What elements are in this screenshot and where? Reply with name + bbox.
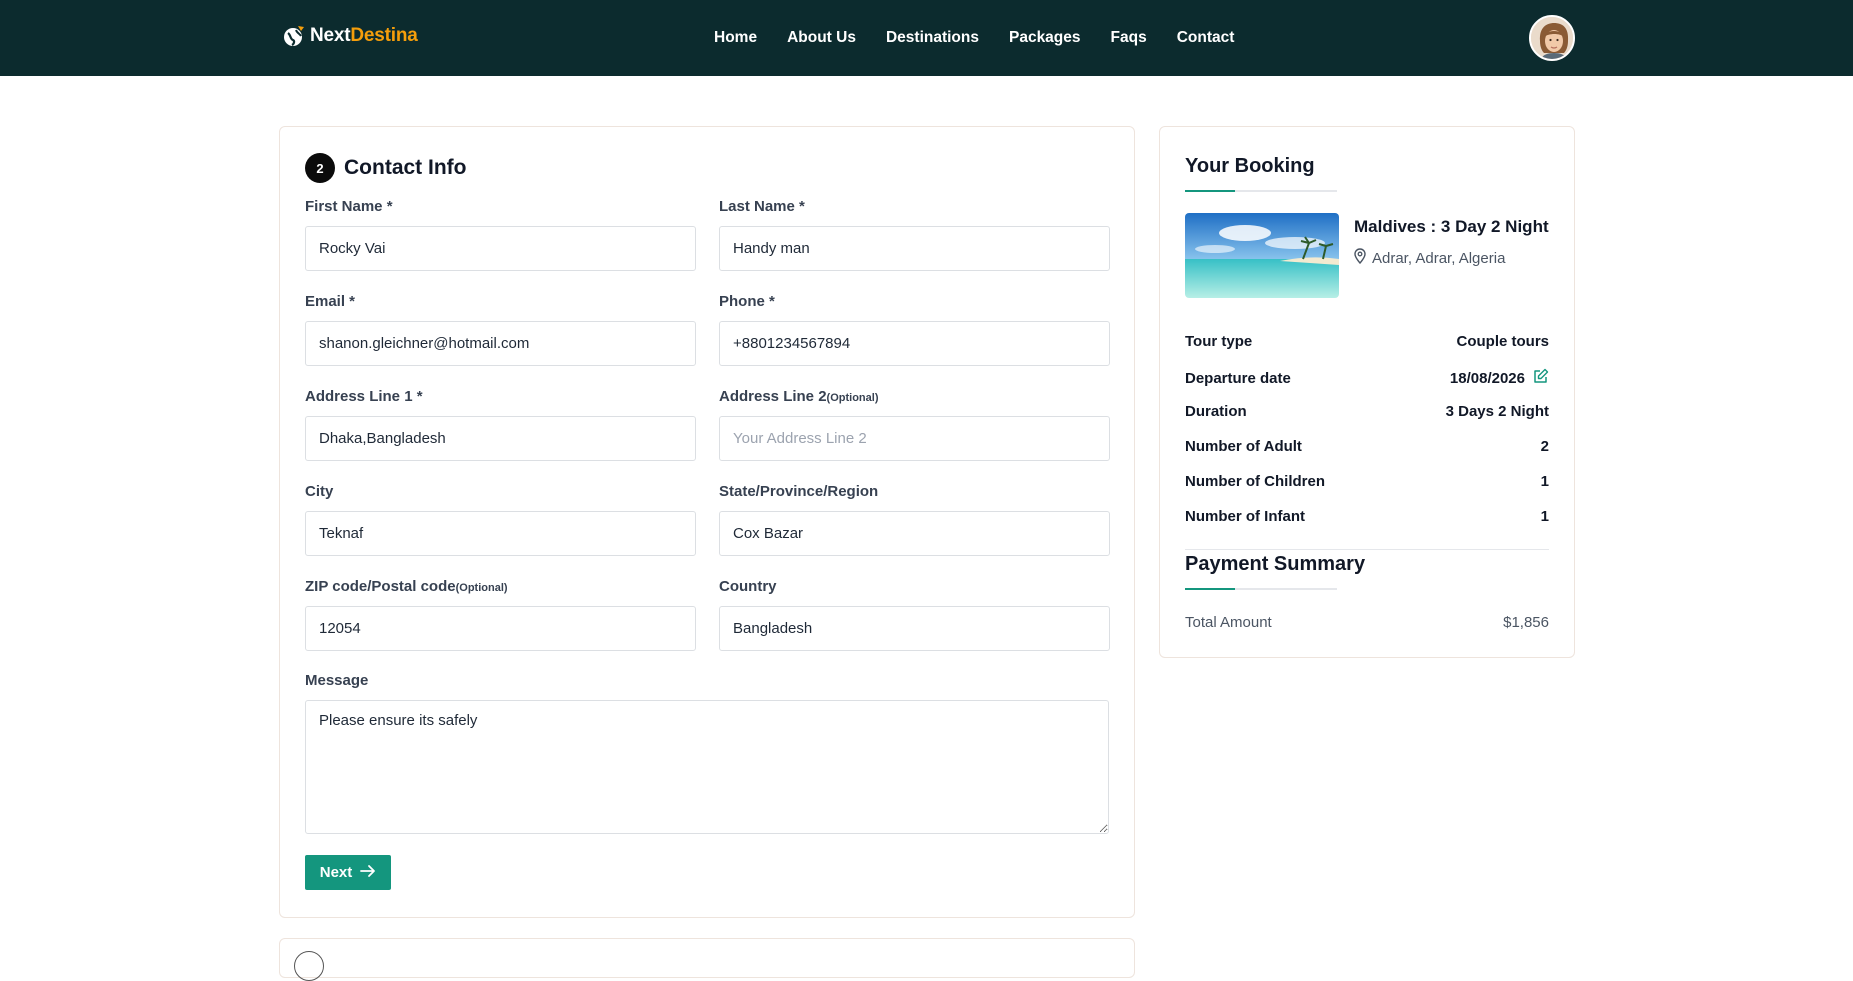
email-label: Email *	[305, 293, 356, 310]
row-label: Number of Adult	[1185, 438, 1302, 455]
next-step-card	[279, 938, 1135, 981]
edit-icon[interactable]	[1533, 368, 1549, 388]
zip-label: ZIP code/Postal code	[305, 578, 456, 595]
row-label: Duration	[1185, 403, 1247, 420]
address1-input[interactable]	[305, 416, 696, 461]
total-amount-row: Total Amount $1,856	[1185, 614, 1549, 631]
nav-home[interactable]: Home	[714, 29, 757, 47]
address1-label: Address Line 1 *	[305, 388, 423, 405]
message-label: Message	[305, 672, 369, 689]
brand-name-part2: Destina	[350, 25, 418, 46]
next-button[interactable]: Next	[305, 855, 391, 890]
address1-group: Address Line 1 *	[305, 386, 696, 461]
row-value: 1	[1540, 473, 1549, 490]
user-avatar[interactable]	[1529, 15, 1575, 61]
row-value: 2	[1540, 438, 1549, 455]
zip-group: ZIP code/Postal code(Optional)	[305, 576, 696, 651]
first-name-label: First Name *	[305, 198, 393, 215]
package-thumbnail	[1185, 213, 1339, 298]
infant-count-row: Number of Infant 1	[1185, 508, 1549, 525]
section-title: Contact Info	[344, 156, 467, 179]
nav-packages[interactable]: Packages	[1009, 29, 1081, 47]
row-label: Number of Children	[1185, 473, 1326, 490]
children-count-row: Number of Children 1	[1185, 473, 1549, 490]
next-button-label: Next	[319, 864, 353, 881]
adult-count-row: Number of Adult 2	[1185, 438, 1549, 455]
summary-divider	[1185, 549, 1549, 550]
brand-logo[interactable]: NextDestina	[282, 24, 418, 48]
payment-summary-title: Payment Summary	[1185, 553, 1366, 575]
last-name-label: Last Name *	[719, 198, 805, 215]
step-header: 2 Contact Info	[305, 153, 466, 183]
step-circle-icon	[294, 951, 324, 981]
first-name-group: First Name *	[305, 196, 696, 271]
city-label: City	[305, 483, 334, 500]
city-input[interactable]	[305, 511, 696, 556]
row-label: Departure date	[1185, 369, 1291, 387]
address2-optional-note: (Optional)	[826, 392, 879, 404]
last-name-group: Last Name *	[719, 196, 1110, 271]
row-value: Couple tours	[1456, 333, 1550, 350]
payment-title-underline	[1185, 588, 1337, 590]
email-group: Email *	[305, 291, 696, 366]
nav-faqs[interactable]: Faqs	[1111, 29, 1147, 47]
country-input[interactable]	[719, 606, 1110, 651]
state-label: State/Province/Region	[719, 483, 879, 500]
row-label: Tour type	[1185, 333, 1253, 350]
row-value: 18/08/2026	[1449, 369, 1525, 387]
brand-name-part1: Next	[310, 25, 351, 46]
city-group: City	[305, 481, 696, 556]
address2-group: Address Line 2(Optional)	[719, 386, 1110, 461]
title-underline	[1185, 190, 1337, 192]
phone-label: Phone *	[719, 293, 775, 310]
duration-row: Duration 3 Days 2 Night	[1185, 403, 1549, 420]
address2-input[interactable]	[719, 416, 1110, 461]
main-nav: Home About Us Destinations Packages Faqs…	[714, 0, 1234, 76]
row-value: 1	[1540, 508, 1549, 525]
state-input[interactable]	[719, 511, 1110, 556]
first-name-input[interactable]	[305, 226, 696, 271]
zip-input[interactable]	[305, 606, 696, 651]
package-location: Adrar, Adrar, Algeria	[1354, 248, 1505, 268]
map-pin-icon	[1354, 248, 1366, 268]
email-input[interactable]	[305, 321, 696, 366]
nav-contact[interactable]: Contact	[1177, 29, 1235, 47]
row-label: Number of Infant	[1185, 508, 1305, 525]
departure-date-row: Departure date 18/08/2026	[1185, 368, 1549, 388]
country-label: Country	[719, 578, 777, 595]
zip-optional-note: (Optional)	[455, 582, 508, 594]
package-title: Maldives : 3 Day 2 Night	[1354, 217, 1549, 236]
message-group: Message Please ensure its safely	[305, 670, 1109, 839]
address2-label: Address Line 2	[719, 388, 827, 405]
location-text: Adrar, Adrar, Algeria	[1372, 249, 1506, 267]
total-label: Total Amount	[1185, 614, 1272, 631]
state-group: State/Province/Region	[719, 481, 1110, 556]
top-navbar: NextDestina Home About Us Destinations P…	[0, 0, 1853, 76]
tour-type-row: Tour type Couple tours	[1185, 333, 1549, 350]
row-value: 3 Days 2 Night	[1445, 403, 1549, 420]
arrow-right-icon	[360, 864, 376, 882]
message-textarea[interactable]: Please ensure its safely	[305, 700, 1109, 834]
last-name-input[interactable]	[719, 226, 1110, 271]
phone-input[interactable]	[719, 321, 1110, 366]
nav-about-us[interactable]: About Us	[787, 29, 856, 47]
country-group: Country	[719, 576, 1110, 651]
booking-summary-card: Your Booking Maldives : 3 Day 2 Night Ad…	[1159, 126, 1575, 658]
step-number-badge: 2	[305, 153, 335, 183]
total-value: $1,856	[1503, 614, 1549, 631]
phone-group: Phone *	[719, 291, 1110, 366]
globe-logo-icon	[282, 24, 306, 48]
contact-info-card: 2 Contact Info First Name * Last Name * …	[279, 126, 1135, 918]
nav-destinations[interactable]: Destinations	[886, 29, 979, 47]
booking-title: Your Booking	[1185, 155, 1315, 177]
